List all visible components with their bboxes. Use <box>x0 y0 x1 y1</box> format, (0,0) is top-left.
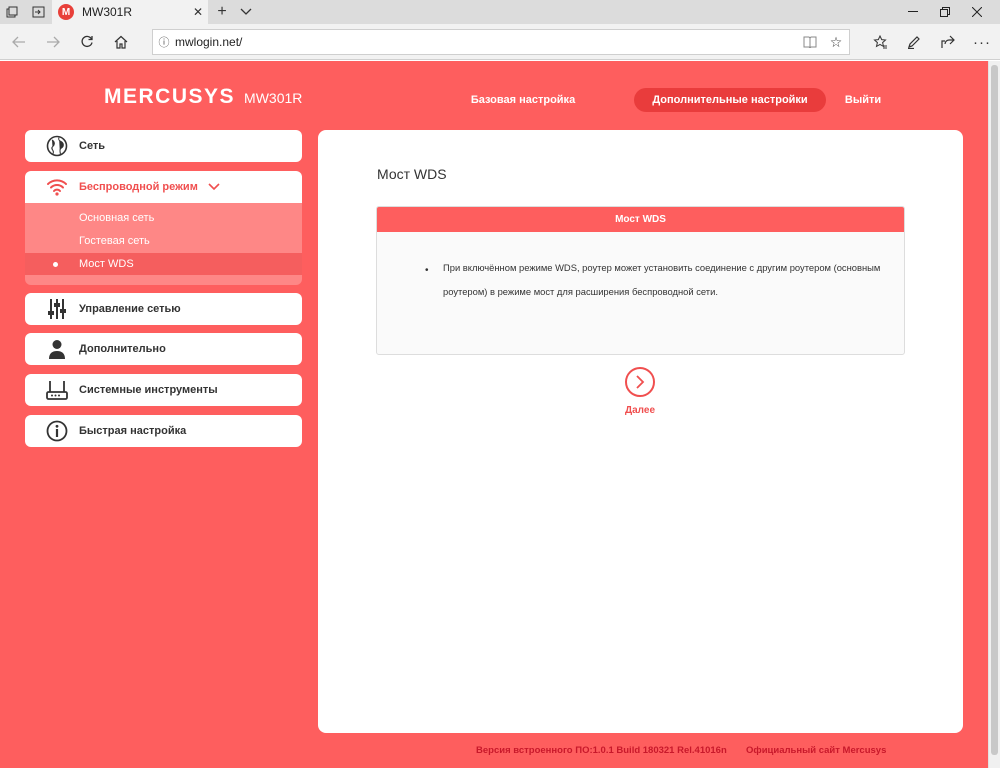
nav-advanced-settings[interactable]: Дополнительные настройки <box>634 88 826 112</box>
logo-model: MW301R <box>244 90 303 106</box>
url-field[interactable]: ⓘ mwlogin.net/ ☆ <box>152 29 850 55</box>
official-site-link[interactable]: Официальный сайт Mercusys <box>746 745 886 756</box>
set-aside-tabs-icon[interactable] <box>26 0 50 24</box>
info-icon <box>45 419 69 443</box>
share-icon[interactable] <box>935 24 961 60</box>
sidebar-item-label: Управление сетью <box>79 303 181 315</box>
scrollbar-thumb[interactable] <box>991 65 998 755</box>
address-bar: ⓘ mwlogin.net/ ☆ ··· <box>0 24 1000 60</box>
sidebar-item-label: Системные инструменты <box>79 384 218 396</box>
sidebar-item-label: Беспроводной режим <box>79 181 198 193</box>
favorites-hub-icon[interactable] <box>867 24 893 60</box>
sidebar-item-quick-setup[interactable]: Быстрая настройка <box>25 415 302 447</box>
tab-manager-icon[interactable] <box>0 0 24 24</box>
restore-icon[interactable] <box>930 0 960 24</box>
sidebar-item-label: Сеть <box>79 140 106 152</box>
submenu-item-main-network[interactable]: Основная сеть <box>25 207 302 229</box>
panel-header: Мост WDS <box>377 207 904 232</box>
home-icon[interactable] <box>108 24 134 60</box>
sidebar-item-network-control[interactable]: Управление сетью <box>25 293 302 325</box>
back-icon[interactable] <box>6 24 32 60</box>
close-window-icon[interactable] <box>962 0 992 24</box>
router-admin-page: MERCUSYS MW301R Базовая настройка Дополн… <box>0 61 988 768</box>
wds-description: При включённом режиме WDS, роутер может … <box>443 262 881 297</box>
tab-title: MW301R <box>82 5 133 19</box>
globe-icon <box>45 134 69 158</box>
wireless-submenu: Основная сеть Гостевая сеть Мост WDS <box>25 203 302 285</box>
site-info-icon[interactable]: ⓘ <box>153 34 175 50</box>
nav-basic-settings[interactable]: Базовая настройка <box>456 88 590 112</box>
sliders-icon <box>45 297 69 321</box>
content-panel: Мост WDS Мост WDS • При включённом режим… <box>318 130 963 733</box>
forward-icon[interactable] <box>40 24 66 60</box>
sidebar-item-label: Дополнительно <box>79 343 166 355</box>
more-menu-icon[interactable]: ··· <box>969 24 995 60</box>
submenu-item-guest-network[interactable]: Гостевая сеть <box>25 230 302 252</box>
bullet-marker: • <box>425 265 429 276</box>
user-icon <box>45 337 69 361</box>
chevron-right-icon <box>636 375 645 389</box>
minimize-icon[interactable] <box>898 0 928 24</box>
firmware-version: Версия встроенного ПО:1.0.1 Build 180321… <box>476 745 727 756</box>
active-dot-icon <box>53 261 58 267</box>
wifi-icon <box>45 175 69 199</box>
router-icon <box>45 378 69 402</box>
logo-brand: MERCUSYS <box>104 85 236 108</box>
browser-tab[interactable]: M MW301R ✕ <box>52 0 208 24</box>
chevron-down-icon <box>208 183 220 191</box>
next-button[interactable] <box>625 367 655 397</box>
favorite-star-icon[interactable]: ☆ <box>823 34 849 51</box>
submenu-item-label: Гостевая сеть <box>79 235 150 247</box>
refresh-icon[interactable] <box>74 24 100 60</box>
sidebar-item-label: Быстрая настройка <box>79 425 187 437</box>
submenu-item-label: Основная сеть <box>79 212 155 224</box>
next-button-label[interactable]: Далее <box>611 405 669 416</box>
pen-icon[interactable] <box>901 24 927 60</box>
sidebar-item-wireless[interactable]: Беспроводной режим <box>25 171 302 203</box>
tab-list-chevron-icon[interactable] <box>236 0 256 24</box>
sidebar-item-network[interactable]: Сеть <box>25 130 302 162</box>
page-scrollbar[interactable] <box>988 61 1000 768</box>
tab-close-icon[interactable]: ✕ <box>188 5 208 19</box>
nav-logout[interactable]: Выйти <box>838 88 888 112</box>
url-text[interactable]: mwlogin.net/ <box>175 35 797 49</box>
page-title: Мост WDS <box>377 166 447 182</box>
sidebar-item-system-tools[interactable]: Системные инструменты <box>25 374 302 406</box>
sidebar-item-advanced[interactable]: Дополнительно <box>25 333 302 365</box>
logo: MERCUSYS MW301R <box>104 85 302 109</box>
reading-view-icon[interactable] <box>797 36 823 48</box>
new-tab-icon[interactable]: + <box>212 0 232 24</box>
browser-tab-bar: M MW301R ✕ + <box>0 0 1000 24</box>
submenu-item-label: Мост WDS <box>79 258 134 270</box>
submenu-item-wds-bridge[interactable]: Мост WDS <box>25 253 302 275</box>
info-panel: Мост WDS • При включённом режиме WDS, ро… <box>376 206 905 355</box>
tab-favicon-icon: M <box>58 4 74 20</box>
